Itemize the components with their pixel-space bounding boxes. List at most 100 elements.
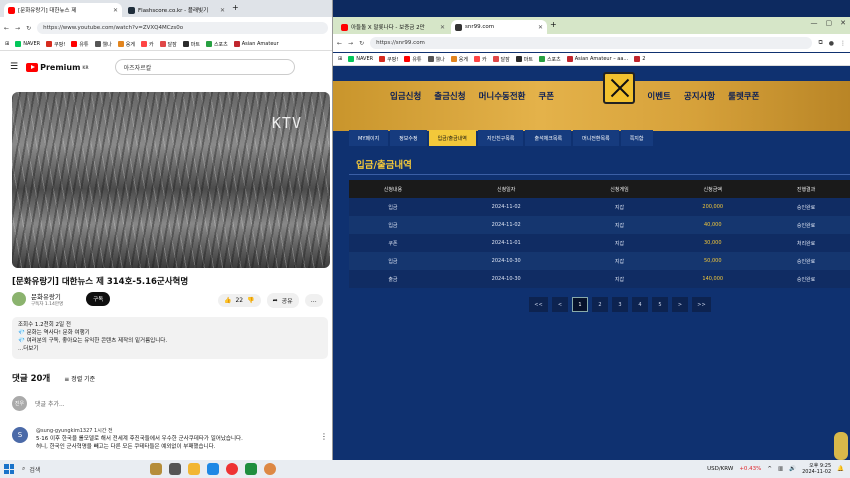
menu-item[interactable]: 머니수동전환 [479, 90, 526, 102]
sort-button[interactable]: ≡ 정렬 기준 [64, 374, 95, 383]
show-more-link[interactable]: ...더보기 [18, 345, 322, 353]
menu-icon[interactable]: ☰ [10, 62, 18, 72]
file-explorer-icon[interactable] [188, 463, 200, 475]
page-button[interactable]: < [552, 297, 568, 312]
page-button[interactable]: > [672, 297, 688, 312]
page-button[interactable]: >> [692, 297, 711, 312]
video-player[interactable]: KTV [12, 92, 330, 268]
bookmark-item[interactable]: NAVER [15, 41, 40, 47]
menu-dots-icon[interactable]: ⋮ [840, 40, 846, 47]
new-tab-icon[interactable]: + [232, 3, 239, 12]
page-button[interactable]: 1 [572, 297, 588, 312]
minimize-icon[interactable]: — [811, 19, 818, 27]
menu-item[interactable]: 이벤트 [647, 90, 670, 102]
page-button[interactable]: 2 [592, 297, 608, 312]
channel-name[interactable]: 문화유랑기 [31, 293, 61, 301]
close-overlay-icon[interactable] [603, 72, 635, 104]
app-n-icon[interactable] [245, 463, 257, 475]
bookmark-item[interactable]: 달잠 [159, 41, 177, 48]
youtube-logo[interactable]: Premium KR [26, 62, 89, 72]
tab-snr99[interactable]: snr99.com ✕ [451, 20, 547, 34]
bookmark-item[interactable]: 마트 [182, 41, 200, 48]
bookmark-item[interactable]: 쿠팡! [46, 41, 65, 48]
edge-icon[interactable] [207, 463, 219, 475]
bookmark-item[interactable]: 마트 [515, 56, 533, 63]
bookmark-item[interactable]: Asian Amateur [233, 41, 279, 47]
subnav-tab[interactable]: MY페이지 [349, 130, 389, 146]
reload-icon[interactable]: ↻ [359, 40, 364, 47]
page-button[interactable]: 5 [652, 297, 668, 312]
back-icon[interactable]: ← [337, 40, 342, 47]
close-icon[interactable]: ✕ [113, 7, 118, 14]
volume-icon[interactable]: 🔊 [789, 466, 796, 472]
subnav-tab[interactable]: 머니전환목록 [573, 130, 619, 146]
task-view-icon[interactable] [169, 463, 181, 475]
ticker-name[interactable]: USD/KRW [707, 466, 733, 472]
like-button[interactable]: 👍 22 👎 [218, 294, 261, 307]
subnav-tab[interactable]: 출석체크목록 [525, 130, 572, 146]
extensions-icon[interactable]: ⧉ [818, 39, 822, 47]
comment-author[interactable]: @sung-gyungkim1327 1시간 전 [36, 427, 243, 435]
menu-item[interactable]: 룰렛쿠폰 [728, 90, 759, 102]
widget-icon[interactable] [150, 463, 162, 475]
more-button[interactable]: … [304, 294, 323, 307]
bookmark-item[interactable]: 스포츠 [538, 56, 561, 63]
subnav-tab[interactable]: 정보수정 [390, 130, 427, 146]
chrome-icon[interactable] [226, 463, 238, 475]
forward-icon[interactable]: → [348, 40, 353, 47]
menu-item[interactable]: 출금신청 [434, 90, 465, 102]
comment-input[interactable]: 댓글 추가... [35, 399, 65, 408]
subnav-tab[interactable]: 입금/출금내역 [428, 130, 476, 146]
bookmark-item[interactable]: 스포츠 [205, 41, 228, 48]
windows-start-icon[interactable] [4, 464, 14, 474]
tab-youtube[interactable]: [문화유랑기] 대한뉴스 제 ✕ [4, 3, 122, 17]
bookmark-item[interactable]: 웅게 [117, 41, 135, 48]
share-button[interactable]: ➦ 공유 [266, 293, 299, 308]
apps-grid-icon[interactable]: ⊞ [338, 56, 342, 62]
page-button[interactable]: 3 [612, 297, 628, 312]
subscribe-button[interactable]: 구독 [86, 292, 111, 306]
commenter-avatar[interactable]: S [12, 427, 28, 443]
chevron-up-icon[interactable]: ^ [767, 466, 772, 472]
apps-grid-icon[interactable]: ⊞ [5, 41, 9, 47]
bookmark-item[interactable]: 유튜 [71, 41, 89, 48]
chrome-profile-icon[interactable] [264, 463, 276, 475]
bookmark-item[interactable]: 웅게 [450, 56, 468, 63]
maximize-icon[interactable]: ▢ [826, 19, 833, 27]
bookmark-item[interactable]: NAVER [348, 56, 373, 62]
clock[interactable]: 오후 9:25 2024-11-02 [802, 463, 831, 475]
tab-youtube-2[interactable]: 아들돌 X 말롯나다 - 보증금 2만 ✕ [337, 20, 449, 34]
address-bar[interactable]: https://www.youtube.com/watch?v=ZVXQ4MCz… [37, 22, 328, 34]
new-tab-icon[interactable]: + [550, 20, 557, 29]
bookmark-item[interactable]: 웰나 [427, 56, 445, 63]
bookmark-item[interactable]: 웰나 [94, 41, 112, 48]
bookmark-item[interactable]: 카 [140, 41, 154, 48]
menu-item[interactable]: 공지사항 [684, 90, 715, 102]
close-icon[interactable]: ✕ [538, 24, 543, 31]
menu-item[interactable]: 쿠폰 [538, 90, 554, 102]
bookmark-item[interactable]: 카 [473, 56, 487, 63]
close-icon[interactable]: ✕ [220, 7, 225, 14]
bookmark-item[interactable]: Asian Amateur – aa... [566, 56, 628, 62]
menu-item[interactable]: 입금신청 [390, 90, 421, 102]
page-button[interactable]: 4 [632, 297, 648, 312]
taskbar-search[interactable]: ⌕ 검색 [22, 465, 40, 474]
video-description[interactable]: 조회수 1.2천회 2일 전 💎 문화는 역사다! 문화 여행기 💎 여러분의 … [12, 317, 328, 359]
forward-icon[interactable]: → [15, 25, 20, 32]
tab-flashscore[interactable]: Flashscore.co.kr - 플래빛기 ✕ [124, 3, 229, 17]
channel-avatar[interactable] [12, 292, 26, 306]
comment-menu-icon[interactable]: ⋮ [320, 432, 328, 441]
notification-icon[interactable]: 🔔 [837, 466, 844, 472]
reload-icon[interactable]: ↻ [26, 25, 31, 32]
profile-icon[interactable]: ● [829, 40, 834, 47]
close-window-icon[interactable]: ✕ [840, 19, 846, 27]
bookmark-item[interactable]: 유튜 [404, 56, 422, 63]
bookmark-item[interactable]: 달잠 [492, 56, 510, 63]
thumbs-down-icon[interactable]: 👎 [247, 297, 254, 304]
subnav-tab[interactable]: 지인친구목록 [477, 130, 524, 146]
subnav-tab[interactable]: 쪽지함 [620, 130, 653, 146]
bookmark-item[interactable]: 2 [634, 56, 645, 62]
back-icon[interactable]: ← [4, 25, 9, 32]
close-icon[interactable]: ✕ [440, 24, 445, 31]
page-button[interactable]: << [529, 297, 548, 312]
